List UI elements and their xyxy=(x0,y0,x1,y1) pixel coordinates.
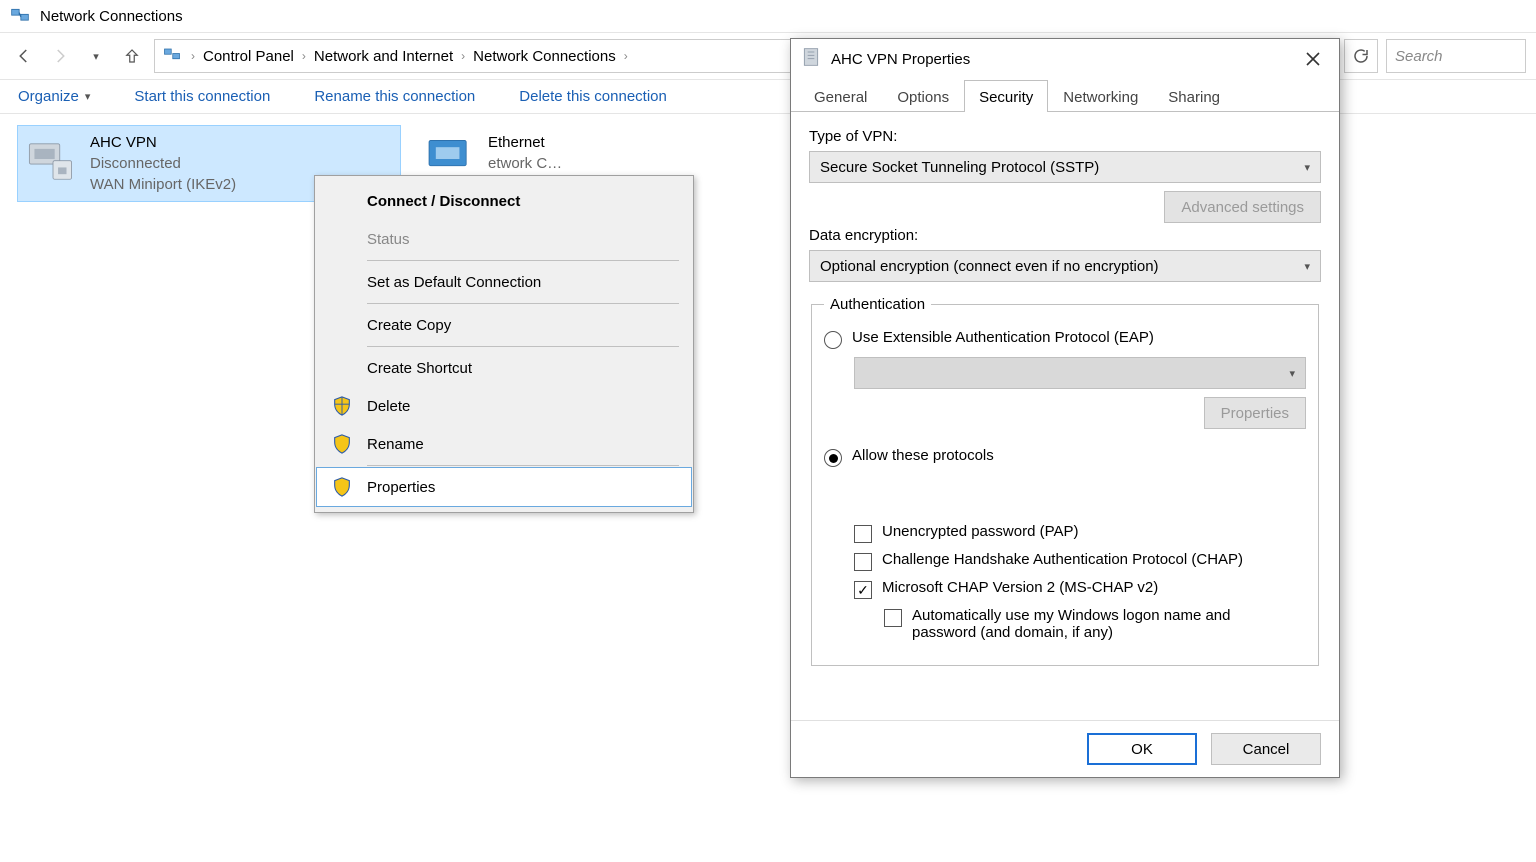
chevron-down-icon: ▾ xyxy=(1304,161,1310,174)
type-of-vpn-value: Secure Socket Tunneling Protocol (SSTP) xyxy=(820,159,1099,176)
separator xyxy=(367,346,679,347)
rename-connection-button[interactable]: Rename this connection xyxy=(314,88,475,105)
ctx-delete[interactable]: Delete xyxy=(317,387,691,425)
chevron-right-icon: › xyxy=(461,49,465,63)
properties-dialog: AHC VPN Properties General Options Secur… xyxy=(790,38,1340,778)
ctx-set-default[interactable]: Set as Default Connection xyxy=(317,263,691,301)
data-encryption-dropdown[interactable]: Optional encryption (connect even if no … xyxy=(809,250,1321,282)
tab-networking[interactable]: Networking xyxy=(1048,80,1153,112)
checkbox-chap[interactable]: Challenge Handshake Authentication Proto… xyxy=(854,551,1306,571)
separator xyxy=(367,465,679,466)
window-titlebar: Network Connections xyxy=(0,0,1536,32)
search-input[interactable]: Search xyxy=(1386,39,1526,73)
radio-eap[interactable]: Use Extensible Authentication Protocol (… xyxy=(824,329,1306,349)
advanced-settings-button: Advanced settings xyxy=(1164,191,1321,223)
connection-name: AHC VPN xyxy=(90,132,236,153)
radio-icon xyxy=(824,331,842,349)
connection-device: etwork C… xyxy=(488,153,562,174)
ctx-rename[interactable]: Rename xyxy=(317,425,691,463)
refresh-button[interactable] xyxy=(1344,39,1378,73)
separator xyxy=(367,260,679,261)
separator xyxy=(367,303,679,304)
dialog-footer: OK Cancel xyxy=(791,720,1339,777)
ctx-create-copy[interactable]: Create Copy xyxy=(317,306,691,344)
chevron-down-icon: ▾ xyxy=(1304,260,1310,273)
chevron-down-icon: ▾ xyxy=(1289,367,1295,380)
ctx-status: Status xyxy=(317,220,691,258)
control-panel-icon xyxy=(163,46,183,66)
dialog-tabs: General Options Security Networking Shar… xyxy=(791,79,1339,112)
dialog-titlebar: AHC VPN Properties xyxy=(791,39,1339,79)
checkbox-icon xyxy=(854,525,872,543)
authentication-group: Authentication Use Extensible Authentica… xyxy=(811,296,1319,666)
type-of-vpn-dropdown[interactable]: Secure Socket Tunneling Protocol (SSTP) … xyxy=(809,151,1321,183)
recent-locations-dropdown[interactable]: ▾ xyxy=(82,42,110,70)
shield-icon xyxy=(331,395,353,417)
breadcrumb-part[interactable]: Network and Internet xyxy=(314,48,453,65)
ctx-create-shortcut[interactable]: Create Shortcut xyxy=(317,349,691,387)
connection-name: Ethernet xyxy=(488,132,562,153)
chevron-right-icon: › xyxy=(302,49,306,63)
tab-general[interactable]: General xyxy=(799,80,882,112)
dialog-body: Type of VPN: Secure Socket Tunneling Pro… xyxy=(791,112,1339,720)
vpn-connection-icon xyxy=(26,132,80,186)
back-button[interactable] xyxy=(10,42,38,70)
search-placeholder: Search xyxy=(1395,48,1443,65)
shield-icon xyxy=(331,433,353,455)
chevron-down-icon: ▾ xyxy=(85,90,91,103)
data-encryption-value: Optional encryption (connect even if no … xyxy=(820,258,1159,275)
chevron-right-icon: › xyxy=(624,49,628,63)
radio-allow-protocols[interactable]: Allow these protocols xyxy=(824,447,1306,467)
tab-security[interactable]: Security xyxy=(964,80,1048,112)
eap-properties-button: Properties xyxy=(1204,397,1306,429)
connection-status: Disconnected xyxy=(90,153,236,174)
chevron-right-icon: › xyxy=(191,49,195,63)
shield-icon xyxy=(331,476,353,498)
network-connections-icon xyxy=(10,6,30,26)
type-of-vpn-label: Type of VPN: xyxy=(809,128,1321,145)
breadcrumb-part[interactable]: Control Panel xyxy=(203,48,294,65)
tab-sharing[interactable]: Sharing xyxy=(1153,80,1235,112)
start-connection-button[interactable]: Start this connection xyxy=(134,88,270,105)
dialog-title: AHC VPN Properties xyxy=(831,51,970,68)
data-encryption-label: Data encryption: xyxy=(809,227,1321,244)
breadcrumb-part[interactable]: Network Connections xyxy=(473,48,616,65)
close-button[interactable] xyxy=(1297,43,1329,75)
ctx-connect-disconnect[interactable]: Connect / Disconnect xyxy=(317,182,691,220)
tab-options[interactable]: Options xyxy=(882,80,964,112)
checkbox-mschapv2[interactable]: Microsoft CHAP Version 2 (MS-CHAP v2) xyxy=(854,579,1306,599)
cancel-button[interactable]: Cancel xyxy=(1211,733,1321,765)
authentication-legend: Authentication xyxy=(824,296,931,313)
checkbox-icon xyxy=(854,581,872,599)
ok-button[interactable]: OK xyxy=(1087,733,1197,765)
ctx-properties[interactable]: Properties xyxy=(317,468,691,506)
organize-menu[interactable]: Organize ▾ xyxy=(18,88,90,105)
connection-device: WAN Miniport (IKEv2) xyxy=(90,174,236,195)
radio-icon xyxy=(824,449,842,467)
checkbox-icon xyxy=(884,609,902,627)
checkbox-auto-logon[interactable]: Automatically use my Windows logon name … xyxy=(884,607,1306,641)
up-button[interactable] xyxy=(118,42,146,70)
window-title: Network Connections xyxy=(40,8,183,25)
eap-method-dropdown: ▾ xyxy=(854,357,1306,389)
checkbox-icon xyxy=(854,553,872,571)
context-menu: Connect / Disconnect Status Set as Defau… xyxy=(314,175,694,513)
vpn-icon xyxy=(801,47,821,71)
delete-connection-button[interactable]: Delete this connection xyxy=(519,88,667,105)
forward-button[interactable] xyxy=(46,42,74,70)
checkbox-pap[interactable]: Unencrypted password (PAP) xyxy=(854,523,1306,543)
